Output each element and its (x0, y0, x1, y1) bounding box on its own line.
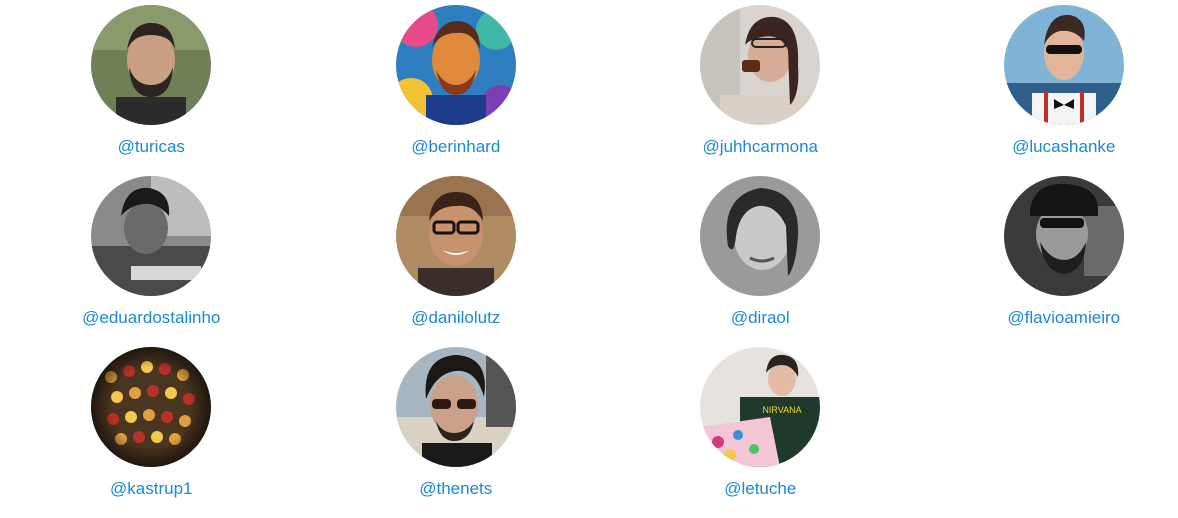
avatar[interactable] (396, 5, 516, 125)
member-card[interactable]: @juhhcarmona (637, 5, 884, 176)
member-handle[interactable]: @turicas (118, 137, 185, 157)
avatar[interactable] (396, 347, 516, 467)
avatar[interactable] (1004, 5, 1124, 125)
avatar[interactable] (91, 5, 211, 125)
member-card[interactable]: @danilolutz (323, 176, 590, 347)
member-card[interactable]: @eduardostalinho (8, 176, 295, 347)
avatar[interactable] (91, 347, 211, 467)
member-card[interactable]: @flavioamieiro (950, 176, 1178, 347)
member-card[interactable]: NIRVANA @letuche (637, 347, 884, 518)
member-card[interactable]: @kastrup1 (8, 347, 295, 518)
avatar[interactable]: NIRVANA (700, 347, 820, 467)
member-handle[interactable]: @letuche (724, 479, 796, 499)
member-handle[interactable]: @danilolutz (411, 308, 500, 328)
avatar[interactable] (1004, 176, 1124, 296)
members-grid: @turicas @berinhard (0, 5, 1178, 518)
member-handle[interactable]: @juhhcarmona (702, 137, 818, 157)
svg-text:NIRVANA: NIRVANA (763, 405, 802, 415)
member-card[interactable]: @lucashanke (950, 5, 1178, 176)
member-handle[interactable]: @flavioamieiro (1007, 308, 1120, 328)
avatar[interactable] (396, 176, 516, 296)
avatar[interactable] (700, 176, 820, 296)
member-handle[interactable]: @lucashanke (1012, 137, 1115, 157)
member-card[interactable]: @turicas (8, 5, 295, 176)
avatar[interactable] (91, 176, 211, 296)
member-card[interactable]: @thenets (323, 347, 590, 518)
member-handle[interactable]: @thenets (419, 479, 492, 499)
member-handle[interactable]: @kastrup1 (110, 479, 192, 499)
member-card[interactable]: @diraol (637, 176, 884, 347)
member-card[interactable]: @berinhard (323, 5, 590, 176)
member-handle[interactable]: @diraol (731, 308, 790, 328)
avatar[interactable] (700, 5, 820, 125)
member-handle[interactable]: @eduardostalinho (82, 308, 220, 328)
member-handle[interactable]: @berinhard (411, 137, 500, 157)
